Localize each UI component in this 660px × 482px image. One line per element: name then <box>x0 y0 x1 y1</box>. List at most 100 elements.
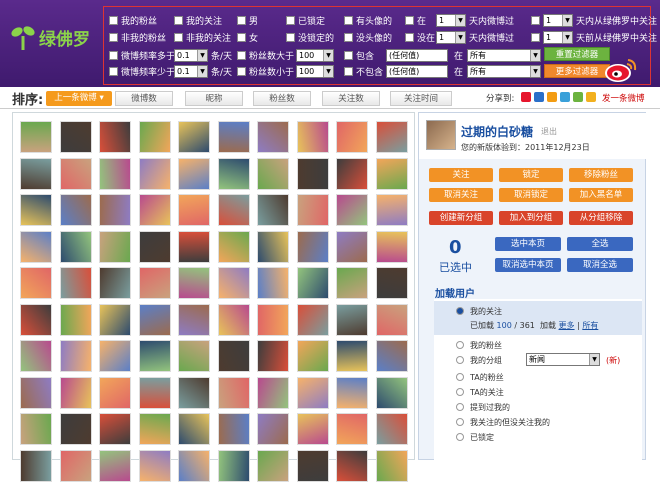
remove-from-group-button[interactable]: 从分组移除 <box>569 211 633 225</box>
user-avatar-thumbnail[interactable] <box>296 230 329 263</box>
user-avatar-thumbnail[interactable] <box>99 413 131 445</box>
user-avatar-thumbnail[interactable] <box>138 413 171 445</box>
checkbox[interactable] <box>237 50 246 60</box>
logout-link[interactable]: 退出 <box>541 126 557 137</box>
user-avatar-thumbnail[interactable] <box>336 230 368 263</box>
freq-more-select[interactable]: 0.1 ▼ <box>174 48 208 62</box>
user-avatar-thumbnail[interactable] <box>375 413 408 445</box>
lock-button[interactable]: 锁定 <box>499 168 563 182</box>
user-avatar-thumbnail[interactable] <box>336 303 368 336</box>
radio-ta-fans[interactable] <box>456 373 464 381</box>
fans-more-select[interactable]: 100 ▼ <box>296 48 334 62</box>
filter-male[interactable]: 男 <box>237 12 258 28</box>
user-avatar-thumbnail[interactable] <box>138 267 171 299</box>
user-avatar-thumbnail[interactable] <box>138 376 171 409</box>
not-contains-input[interactable]: (任何值) <box>386 64 448 78</box>
checkbox[interactable] <box>109 15 118 25</box>
contains-scope-select[interactable]: 所有 ▼ <box>467 48 542 62</box>
user-avatar-thumbnail[interactable] <box>217 376 250 409</box>
user-avatar-thumbnail[interactable] <box>138 449 171 482</box>
user-avatar-thumbnail[interactable] <box>20 267 52 299</box>
user-avatar-thumbnail[interactable] <box>257 194 289 226</box>
radio-not-follow-back[interactable] <box>456 418 464 426</box>
select-page-button[interactable]: 选中本页 <box>495 237 561 251</box>
checkbox[interactable] <box>531 32 540 42</box>
user-avatar-thumbnail[interactable] <box>99 449 131 482</box>
user-avatar-thumbnail[interactable] <box>138 340 171 372</box>
user-avatar-thumbnail[interactable] <box>59 413 92 445</box>
user-avatar-thumbnail[interactable] <box>178 230 210 263</box>
user-avatar-thumbnail[interactable] <box>296 340 329 372</box>
filter-unlocked[interactable]: 没锁定的 <box>286 29 334 45</box>
user-avatar-thumbnail[interactable] <box>217 449 250 482</box>
user-avatar-thumbnail[interactable] <box>375 340 408 372</box>
user-avatar-thumbnail[interactable] <box>296 157 329 190</box>
filter-follow-before-days[interactable]: 1 ▼ 天前从绿佛罗中关注 <box>531 29 657 45</box>
checkbox[interactable] <box>174 32 183 42</box>
select-all-button[interactable]: 全选 <box>567 237 633 251</box>
user-avatar-thumbnail[interactable] <box>99 230 131 263</box>
filter-locked[interactable]: 已锁定 <box>286 12 325 28</box>
user-avatar-thumbnail[interactable] <box>296 376 329 409</box>
user-avatar-thumbnail[interactable] <box>59 267 92 299</box>
freq-less-select[interactable]: 0.1 ▼ <box>174 64 208 78</box>
more-filter-button[interactable]: 更多过滤器 <box>544 64 610 78</box>
share-more-icon[interactable] <box>586 92 596 102</box>
user-avatar-thumbnail[interactable] <box>296 194 329 226</box>
radio-locked[interactable] <box>456 433 464 441</box>
share-renren-icon[interactable] <box>534 92 544 102</box>
user-avatar-thumbnail[interactable] <box>375 121 408 153</box>
load-more-link[interactable]: 更多 <box>559 321 575 330</box>
user-avatar-thumbnail[interactable] <box>59 230 92 263</box>
user-avatar-thumbnail[interactable] <box>336 340 368 372</box>
user-avatar-thumbnail[interactable] <box>257 413 289 445</box>
user-avatar-thumbnail[interactable] <box>296 303 329 336</box>
days-select[interactable]: 1 ▼ <box>543 30 573 44</box>
user-avatar-thumbnail[interactable] <box>178 376 210 409</box>
weibo-logo-icon[interactable] <box>604 56 638 84</box>
profile-name[interactable]: 过期的白砂糖 <box>461 123 533 140</box>
reset-filter-button[interactable]: 重置过滤器 <box>544 47 610 61</box>
load-all-link[interactable]: 所有 <box>582 321 598 330</box>
user-avatar-thumbnail[interactable] <box>217 340 250 372</box>
user-avatar-thumbnail[interactable] <box>217 230 250 263</box>
user-avatar-thumbnail[interactable] <box>20 157 52 190</box>
checkbox[interactable] <box>286 15 295 25</box>
create-group-button[interactable]: 创建新分组 <box>429 211 493 225</box>
filter-fans-more[interactable]: 粉丝数大于 <box>237 47 294 63</box>
user-avatar-thumbnail[interactable] <box>99 340 131 372</box>
user-avatar-thumbnail[interactable] <box>296 413 329 445</box>
filter-not-in-days[interactable]: 没在 <box>405 29 435 45</box>
user-avatar-thumbnail[interactable] <box>375 230 408 263</box>
filter-in-days[interactable]: 在 <box>405 12 426 28</box>
user-avatar-thumbnail[interactable] <box>375 194 408 226</box>
filter-fans-less[interactable]: 粉丝数小于 <box>237 63 294 79</box>
filter-female[interactable]: 女 <box>237 29 258 45</box>
unfollow-button[interactable]: 取消关注 <box>429 188 493 202</box>
user-avatar-thumbnail[interactable] <box>99 267 131 299</box>
user-avatar-thumbnail[interactable] <box>178 121 210 153</box>
blacklist-button[interactable]: 加入黑名单 <box>569 188 633 202</box>
checkbox[interactable] <box>109 32 118 42</box>
user-avatar-thumbnail[interactable] <box>336 157 368 190</box>
user-avatar-thumbnail[interactable] <box>257 230 289 263</box>
share-kaixin-icon[interactable] <box>547 92 557 102</box>
checkbox[interactable] <box>109 66 118 76</box>
group-select[interactable]: 新闻 ▼ <box>526 353 600 366</box>
sort-tab-nickname[interactable]: 昵称 <box>185 91 243 106</box>
user-avatar-thumbnail[interactable] <box>20 194 52 226</box>
user-avatar-thumbnail[interactable] <box>20 376 52 409</box>
checkbox[interactable] <box>405 32 414 42</box>
checkbox[interactable] <box>286 32 295 42</box>
filter-freq-more[interactable]: 微博频率多于 <box>109 47 175 63</box>
share-douban-icon[interactable] <box>573 92 583 102</box>
user-avatar-thumbnail[interactable] <box>375 449 408 482</box>
radio-my-group[interactable] <box>456 356 464 364</box>
user-avatar-thumbnail[interactable] <box>257 340 289 372</box>
filter-follow-in-days[interactable]: 1 ▼ 天内从绿佛罗中关注 <box>531 12 657 28</box>
user-avatar-thumbnail[interactable] <box>178 449 210 482</box>
user-avatar-thumbnail[interactable] <box>138 121 171 153</box>
fans-less-select[interactable]: 100 ▼ <box>296 64 334 78</box>
user-avatar-thumbnail[interactable] <box>178 194 210 226</box>
remove-fan-button[interactable]: 移除粉丝 <box>569 168 633 182</box>
